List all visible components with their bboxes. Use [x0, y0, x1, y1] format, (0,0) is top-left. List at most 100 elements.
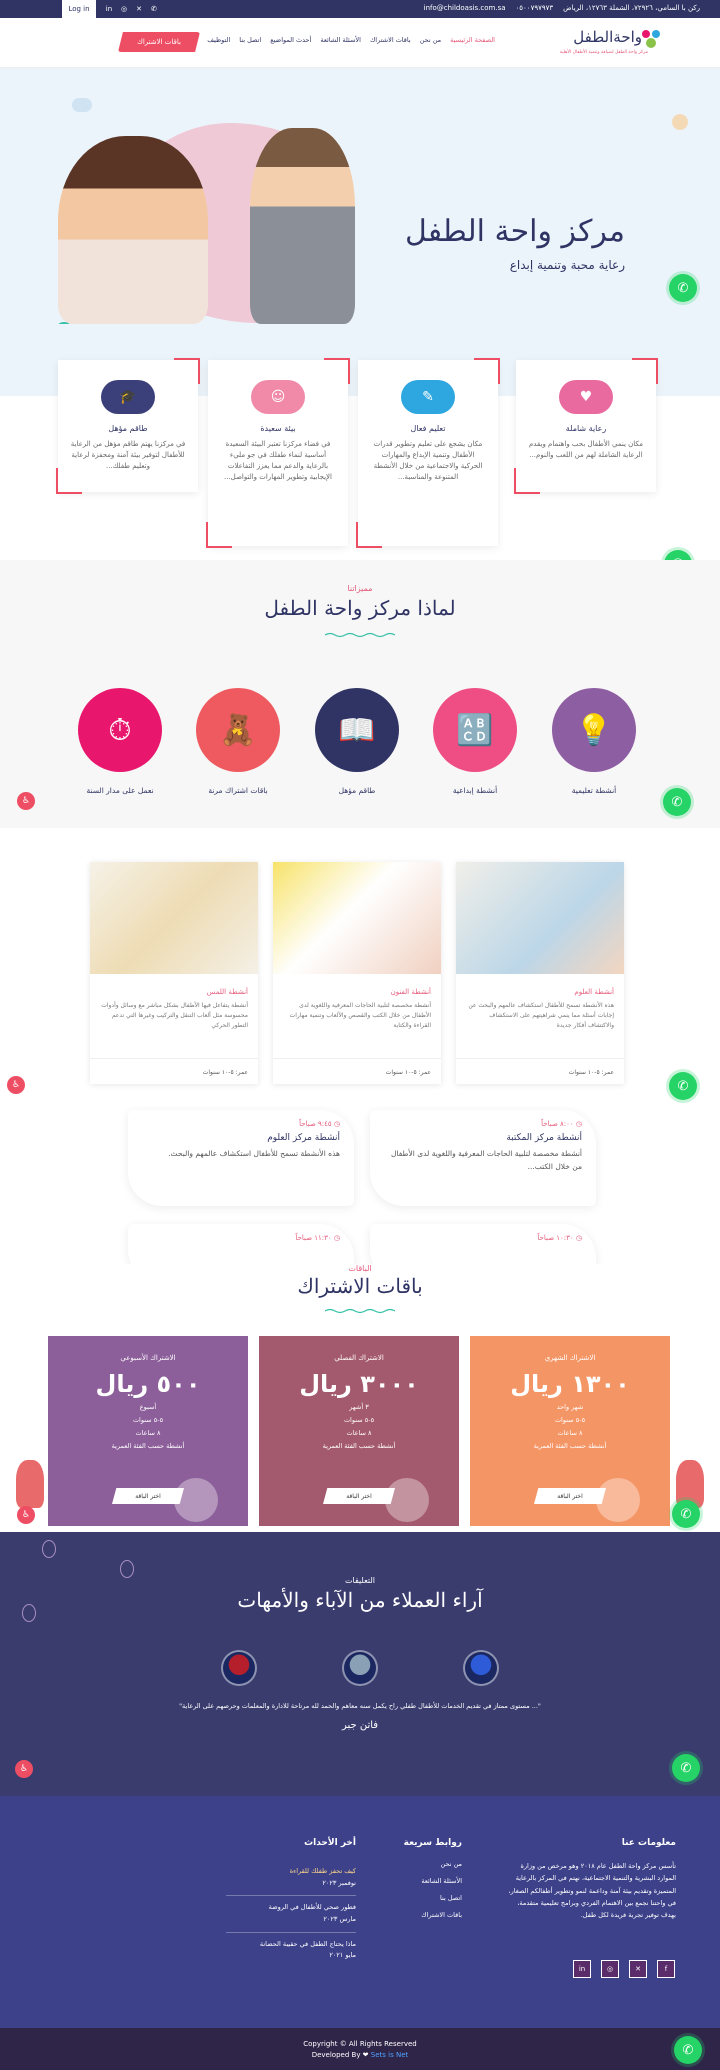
why-item: 📖 طاقم مؤهل — [307, 688, 407, 795]
twitter-icon[interactable]: ✕ — [134, 4, 144, 14]
email-text[interactable]: info@childoasis.com.sa — [424, 4, 506, 12]
plan-price: ٥٠٠ ريال — [95, 1370, 201, 1398]
divider — [226, 1895, 356, 1897]
pricing-section: الباقات باقات الاشتراك الاشتراك الشهري ١… — [0, 1264, 720, 1532]
lightbulb-icon: 💡 — [552, 688, 636, 772]
accessibility-icon[interactable]: ♿ — [17, 1506, 35, 1524]
instagram-icon[interactable]: ◎ — [601, 1960, 619, 1978]
accessibility-icon[interactable]: ♿ — [17, 792, 35, 810]
plan-price: ٣٠٠٠ ريال — [299, 1370, 419, 1398]
logo[interactable]: واحةالطفل مركز واحة الطفل لضيافة وتنمية … — [560, 24, 662, 66]
whatsapp-icon[interactable]: ✆ — [672, 1500, 700, 1528]
footer-news-list: كيف تحفز طفلك للقراءة نوفمبر ٢٠٢٣ فطور صح… — [226, 1866, 356, 1962]
activity-text: أنشطة مخصصة لتلبية الحاجات المعرفية والل… — [289, 1002, 431, 1030]
subscribe-button[interactable]: باقات الاشتراك — [118, 32, 200, 52]
corner-decoration — [206, 522, 232, 548]
nav-menu: الصفحة الرئيسية من نحن باقات الاشتراك ال… — [207, 36, 495, 44]
news-item[interactable]: كيف تحفز طفلك للقراءة نوفمبر ٢٠٢٣ — [226, 1866, 356, 1889]
plan-hours: ٨ ساعات — [557, 1429, 583, 1437]
nav-item-latest[interactable]: أحدث المواضيع — [270, 36, 311, 44]
schedule-card: ◷ ٨:٠٠ صباحاً أنشطة مركز المكتبة أنشطة م… — [370, 1110, 596, 1206]
activity-card[interactable]: أنشطة اللمس أنشطة يتفاعل فيها الأطفال بش… — [90, 862, 258, 1084]
art-photo — [273, 862, 441, 974]
accessibility-icon[interactable]: ♿ — [15, 1760, 33, 1778]
why-item: ⏱ نعمل على مدار السنة — [70, 688, 170, 795]
whatsapp-icon[interactable]: ✆ — [672, 1754, 700, 1782]
footer-link-contact[interactable]: اتصل بنا — [421, 1890, 462, 1907]
nav-item-home[interactable]: الصفحة الرئيسية — [450, 36, 495, 44]
divider — [226, 1931, 356, 1933]
pricing-card: الاشتراك الشهري ١٣٠٠ ريال شهر واحد ٥-٥ س… — [470, 1336, 670, 1526]
footer-about-text: تأسس مركز واحة الطفل عام ٢٠١٨ وهو مرخص م… — [508, 1862, 676, 1920]
login-button[interactable]: Log in — [62, 0, 96, 18]
linkedin-icon[interactable]: in — [104, 4, 114, 14]
choose-plan-button[interactable]: اختر الباقة — [534, 1488, 606, 1504]
choose-plan-button[interactable]: اختر الباقة — [112, 1488, 184, 1504]
whatsapp-icon[interactable]: ✆ — [669, 274, 697, 302]
footer-link-about[interactable]: من نحن — [421, 1856, 462, 1873]
nav-item-about[interactable]: من نحن — [420, 36, 441, 44]
activity-card[interactable]: أنشطة الفنون أنشطة مخصصة لتلبية الحاجات … — [273, 862, 441, 1084]
whatsapp-icon[interactable]: ✆ — [674, 2036, 702, 2064]
activity-age: عمر: ٥-١٠ سنوات — [456, 1058, 624, 1084]
top-bar: Log in in ◎ ✕ ✆ ركن با السامي، ٧٢٩٢٦، ال… — [0, 0, 720, 18]
feature-title: بيئة سعيدة — [260, 424, 296, 433]
nav-item-contact[interactable]: اتصل بنا — [239, 36, 261, 44]
avatar[interactable] — [463, 1650, 499, 1686]
developer-link[interactable]: Sets is Net — [371, 2051, 408, 2059]
instagram-icon[interactable]: ◎ — [119, 4, 129, 14]
choose-plan-button[interactable]: اختر الباقة — [323, 1488, 395, 1504]
plan-name: الاشتراك الأسبوعي — [120, 1354, 176, 1362]
whatsapp-icon[interactable]: ✆ — [669, 1072, 697, 1100]
linkedin-icon[interactable]: in — [573, 1960, 591, 1978]
nav-item-careers[interactable]: التوظيف — [207, 36, 230, 44]
corner-decoration — [514, 468, 540, 494]
plan-ages: ٥-٥ سنوات — [554, 1416, 586, 1424]
schedule-card: ◷ ١١:٣٠ صباحاً — [128, 1224, 354, 1264]
teddy-bear-icon: 🧸 — [196, 688, 280, 772]
schedule-card: ◷ ١٠:٣٠ صباحاً — [370, 1224, 596, 1264]
footer-link-packages[interactable]: باقات الاشتراك — [421, 1907, 462, 1924]
feature-card: ♥ رعاية شاملة مكان ينمي الأطفال بحب واهت… — [514, 358, 658, 494]
schedule-card: ◷ ٩:٤٥ صباحاً أنشطة مركز العلوم هذه الأن… — [128, 1110, 354, 1206]
phone-text[interactable]: ٠٥٠٠٧٩٧٩٧٣ — [516, 4, 554, 12]
clock-icon: ◷ ١١:٣٠ صباحاً — [295, 1234, 340, 1242]
avatar[interactable] — [221, 1650, 257, 1686]
news-date: مارس ٢٠٢٣ — [323, 1915, 356, 1924]
activity-title: أنشطة العلوم — [574, 988, 614, 996]
schedule-time: ١١:٣٠ صباحاً — [295, 1234, 332, 1242]
feature-card: ✎ تعليم فعال مكان يشجع على تعليم وتطوير … — [356, 358, 500, 548]
news-item[interactable]: ماذا يحتاج الطفل في حقيبة الحضانة مايو ٢٠… — [226, 1939, 356, 1962]
pricing-title: باقات الاشتراك — [297, 1274, 423, 1298]
schedule-time: ١٠:٣٠ صباحاً — [537, 1234, 574, 1242]
logo-title: واحةالطفل — [573, 28, 642, 46]
why-item: 🔠 أنشطة إبداعية — [425, 688, 525, 795]
news-title[interactable]: كيف تحفز طفلك للقراءة — [226, 1866, 356, 1878]
news-title[interactable]: ماذا يحتاج الطفل في حقيبة الحضانة — [226, 1939, 356, 1951]
twitter-icon[interactable]: ✕ — [629, 1960, 647, 1978]
plan-period: ٣ أشهر — [349, 1403, 369, 1411]
activity-card[interactable]: أنشطة العلوم هذه الأنشطة تسمح للأطفال اس… — [456, 862, 624, 1084]
plan-price: ١٣٠٠ ريال — [510, 1370, 630, 1398]
avatar[interactable] — [342, 1650, 378, 1686]
plan-name: الاشتراك الشهري — [544, 1354, 596, 1362]
pricing-card: الاشتراك الفصلي ٣٠٠٠ ريال ٣ أشهر ٥-٥ سنو… — [259, 1336, 459, 1526]
plan-ages: ٥-٥ سنوات — [343, 1416, 375, 1424]
news-item[interactable]: فطور صحي للأطفال في الروضة مارس ٢٠٢٣ — [226, 1902, 356, 1925]
news-title[interactable]: فطور صحي للأطفال في الروضة — [226, 1902, 356, 1914]
logo-subtitle: مركز واحة الطفل لضيافة وتنمية الأطفال ال… — [559, 50, 648, 55]
baby-decoration-icon — [672, 114, 688, 130]
feature-card: ☺ بيئة سعيدة في فضاء مركزنا تعتبر البيئة… — [206, 358, 350, 548]
footer-link-faq[interactable]: الأسئلة الشائعة — [421, 1873, 462, 1890]
plan-period: أسبوع — [139, 1403, 157, 1411]
nav-item-packages[interactable]: باقات الاشتراك — [370, 36, 411, 44]
accessibility-icon[interactable]: ♿ — [7, 1076, 25, 1094]
family-icon: ♥ — [559, 380, 613, 414]
testimonials-title: آراء العملاء من الآباء والأمهات — [237, 1588, 483, 1612]
stopwatch-icon: ⏱ — [78, 688, 162, 772]
whatsapp-small-icon[interactable]: ✆ — [149, 4, 159, 14]
why-item-label: نعمل على مدار السنة — [86, 786, 154, 795]
nav-item-faq[interactable]: الأسئلة الشائعة — [320, 36, 361, 44]
whatsapp-icon[interactable]: ✆ — [663, 788, 691, 816]
facebook-icon[interactable]: f — [657, 1960, 675, 1978]
